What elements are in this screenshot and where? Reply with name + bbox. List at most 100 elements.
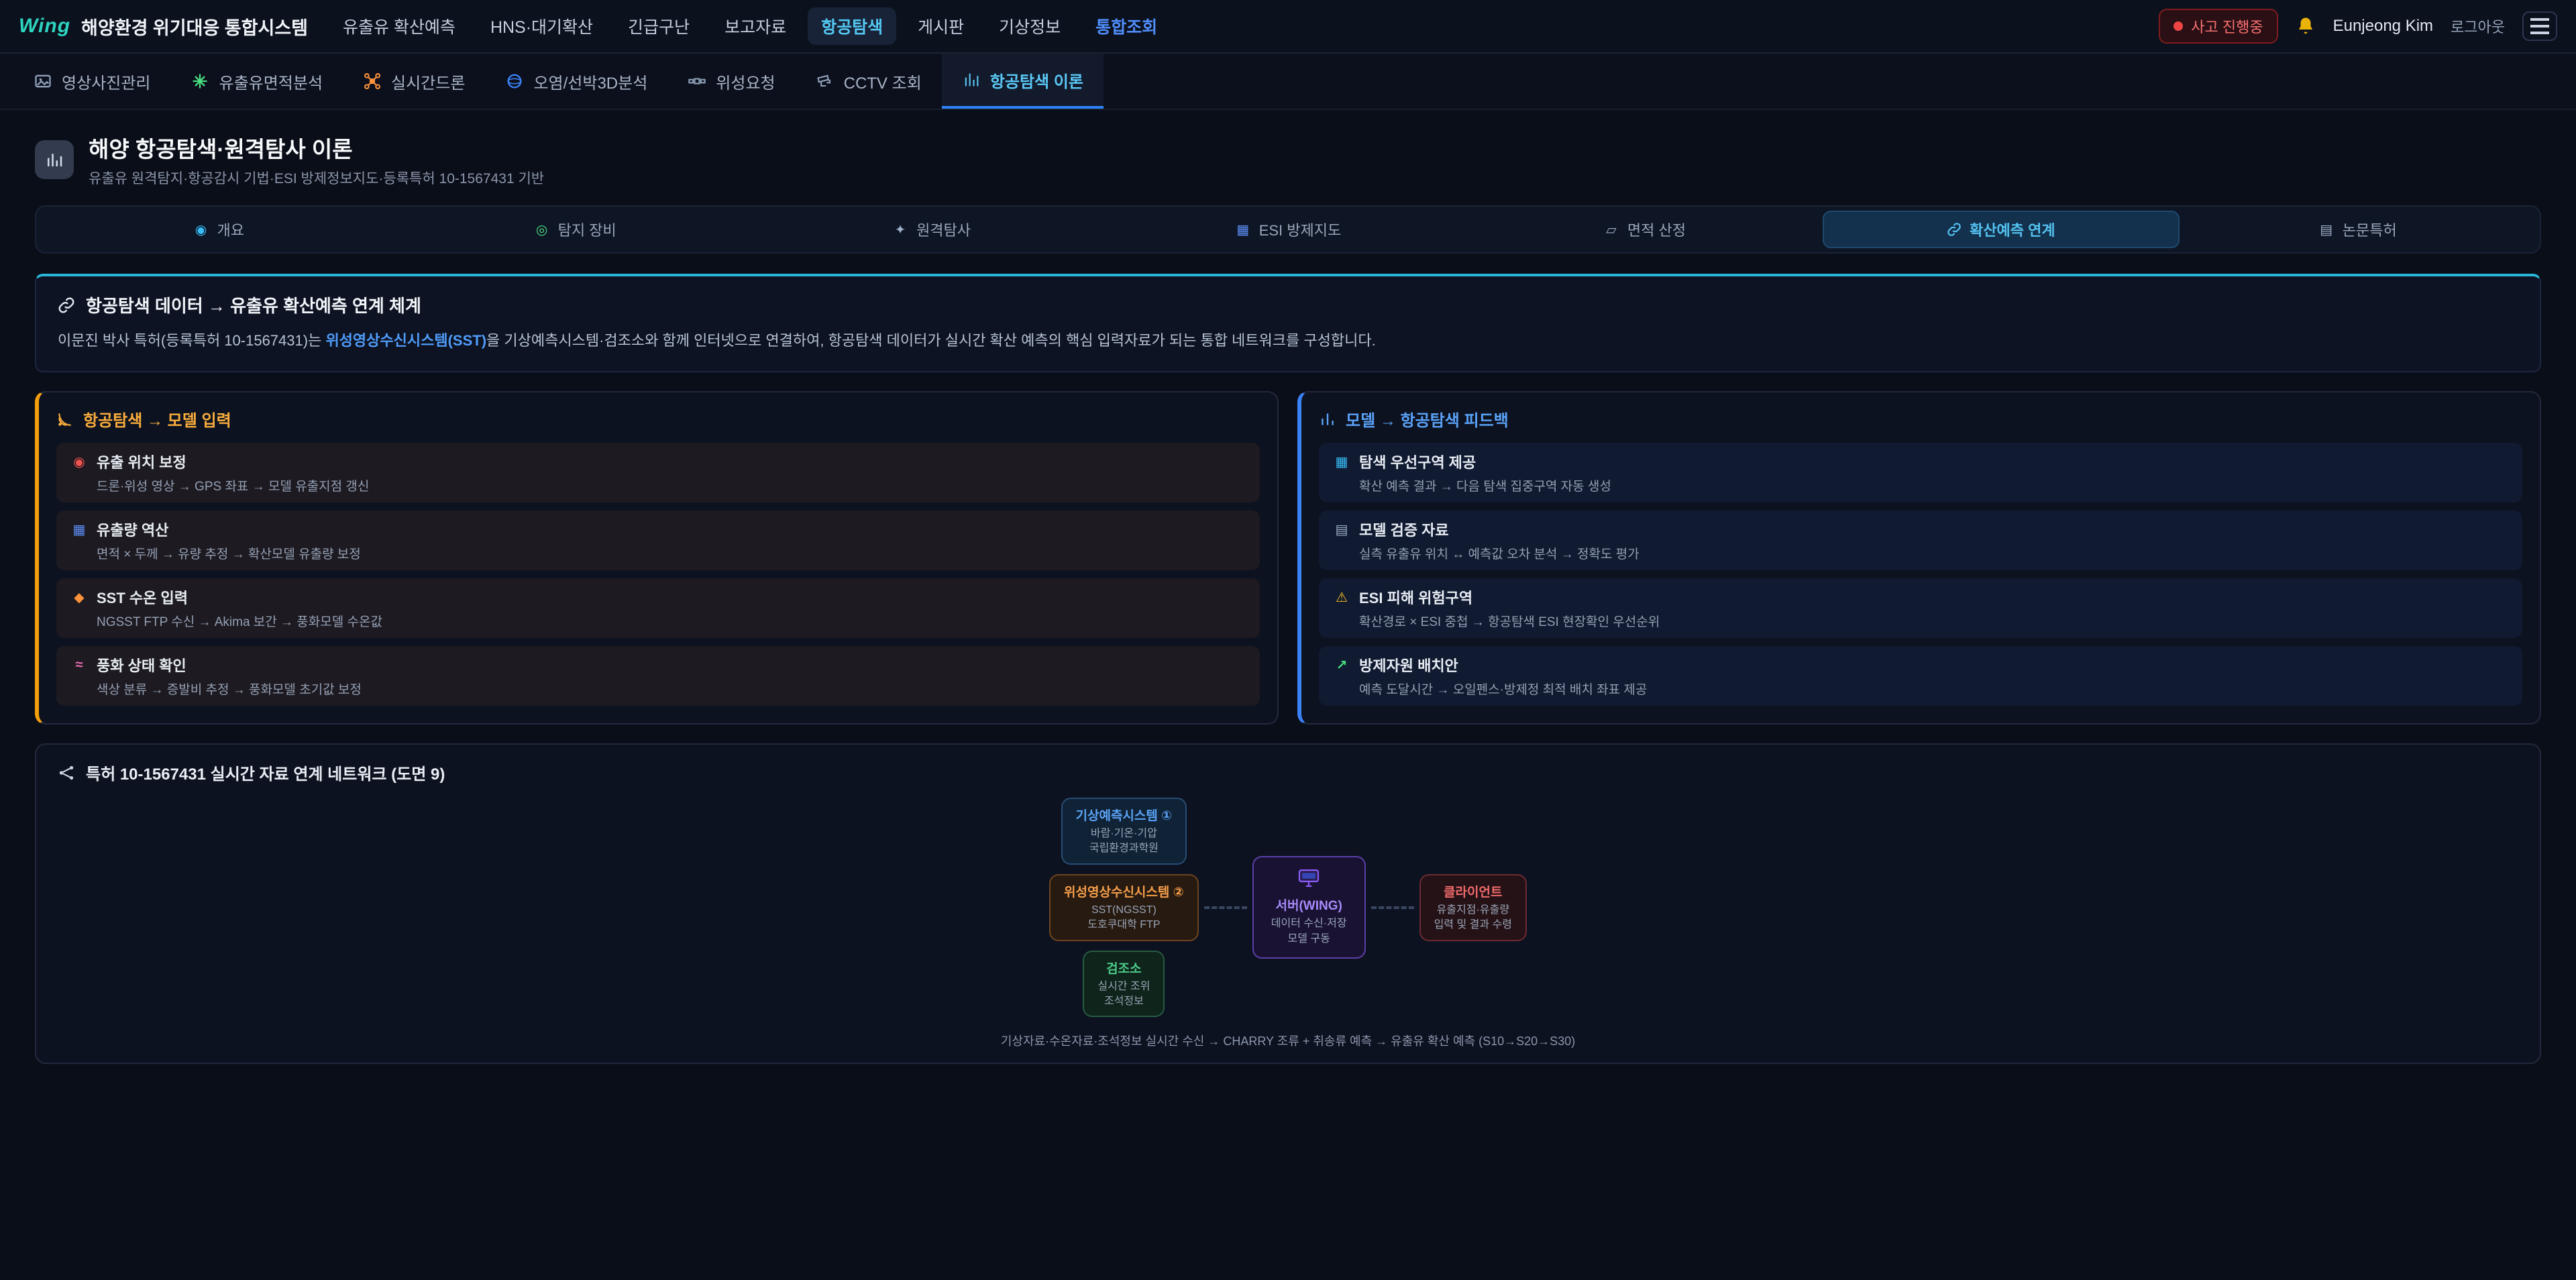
linkage-section: 항공탐색 데이터 → 유출유 확산예측 연계 체계 이문진 박사 특허(등록특허… xyxy=(35,274,2541,372)
menu-item-integrated-search[interactable]: 통합조회 xyxy=(1082,7,1171,45)
card-item-desc: 드론·위성 영상 → GPS 좌표 → 모델 유출지점 갱신 xyxy=(71,476,1245,494)
tab-papers-patents[interactable]: ▤논문특허 xyxy=(2180,211,2536,248)
page-title: 해양 항공탐색·원격탐사 이론 xyxy=(89,131,544,164)
tab-label: 면적 산정 xyxy=(1627,219,1686,240)
subnav-item-pollution-ship-3d[interactable]: 오염/선박3D분석 xyxy=(485,54,667,109)
card-item-desc: 확산 예측 결과 → 다음 탐색 집중구역 자동 생성 xyxy=(1334,476,2508,494)
card-item-title: ▤모델 검증 자료 xyxy=(1334,519,2508,540)
node-line: 유출지점·유출량 xyxy=(1434,903,1512,918)
card-item: ◆SST 수온 입력 NGSST FTP 수신 → Akima 보간 → 풍화모… xyxy=(56,578,1260,638)
tab-label: 확산예측 연계 xyxy=(1970,219,2055,240)
node-client: 클라이언트 유출지점·유출량 입력 및 결과 수령 xyxy=(1419,874,1527,941)
incident-status-badge[interactable]: 사고 진행중 xyxy=(2159,9,2277,44)
drone-icon xyxy=(363,72,382,91)
card-item: ▤모델 검증 자료 실측 유출유 위치 ↔ 예측값 오차 분석 → 정확도 평가 xyxy=(1319,511,2522,570)
node-title: 검조소 xyxy=(1097,959,1150,977)
menu-item-emergency-rescue[interactable]: 긴급구난 xyxy=(614,7,703,45)
subnav-label: 실시간드론 xyxy=(391,70,465,93)
tab-label: ESI 방제지도 xyxy=(1259,219,1342,240)
card-item: ▦탐색 우선구역 제공 확산 예측 결과 → 다음 탐색 집중구역 자동 생성 xyxy=(1319,443,2522,502)
brand[interactable]: Wing 해양환경 위기대응 통합시스템 xyxy=(19,13,308,40)
subnav-label: 항공탐색 이론 xyxy=(990,68,1083,92)
subnav-label: 영상사진관리 xyxy=(62,70,150,93)
menu-item-aerial-search[interactable]: 항공탐색 xyxy=(808,7,896,45)
card-item-title: ▦유출량 역산 xyxy=(71,519,1245,540)
tab-esi-map[interactable]: ▦ ESI 방제지도 xyxy=(1110,211,1466,248)
node-title: 기상예측시스템 ① xyxy=(1076,806,1173,824)
node-title: 클라이언트 xyxy=(1434,882,1512,900)
linkage-desc-post: 을 기상예측시스템·검조소와 함께 인터넷으로 연결하여, 항공탐색 데이터가 … xyxy=(486,332,1376,349)
tab-prediction-linkage[interactable]: 확산예측 연계 xyxy=(1823,211,2179,248)
main-menu: 유출유 확산예측 HNS·대기확산 긴급구난 보고자료 항공탐색 게시판 기상정… xyxy=(329,7,1171,45)
link-icon xyxy=(1947,222,1962,237)
network-diagram: 기상예측시스템 ① 바람·기온·기압 국립환경과학원 위성영상수신시스템 ② S… xyxy=(58,798,2518,1017)
clipboard-icon: ▤ xyxy=(1334,521,1350,538)
tab-remote-sensing[interactable]: ✦원격탐사 xyxy=(753,211,1110,248)
tab-area-calculation[interactable]: ▱면적 산정 xyxy=(1466,211,1823,248)
satellite-icon xyxy=(688,72,706,91)
card-item-desc: 색상 분류 → 증발비 추정 → 풍화모델 초기값 보정 xyxy=(71,680,1245,698)
tab-label: 원격탐사 xyxy=(916,219,971,240)
subnav-item-oil-area-analysis[interactable]: 유출유면적분석 xyxy=(170,54,343,109)
logout-button[interactable]: 로그아웃 xyxy=(2451,15,2505,37)
node-server-wing: 서버(WING) 데이터 수신·저장 모델 구동 xyxy=(1252,856,1366,959)
card-item-title-text: ESI 피해 위험구역 xyxy=(1359,586,1472,608)
tab-label: 개요 xyxy=(217,219,244,240)
user-name[interactable]: Eunjeong Kim xyxy=(2333,17,2433,36)
node-satellite-receiver: 위성영상수신시스템 ② SST(NGSST) 도호쿠대학 FTP xyxy=(1049,874,1199,941)
esi-map-icon: ▦ xyxy=(1235,221,1251,238)
page-header: 해양 항공탐색·원격탐사 이론 유출유 원격탐지·항공감시 기법·ESI 방제정… xyxy=(35,131,2541,188)
linkage-section-title: 항공탐색 데이터 → 유출유 확산예측 연계 체계 xyxy=(58,292,2518,317)
subnav-item-aerial-theory[interactable]: 항공탐색 이론 xyxy=(942,54,1104,109)
subnav-item-satellite-request[interactable]: 위성요청 xyxy=(667,54,795,109)
wing-logo-icon: Wing xyxy=(19,15,70,38)
link-icon xyxy=(58,297,75,314)
subnav-label: 오염/선박3D분석 xyxy=(533,70,647,93)
card-item-desc: 예측 도달시간 → 오일펜스·방제정 최적 배치 좌표 제공 xyxy=(1334,680,2508,698)
page-subtitle: 유출유 원격탐지·항공감시 기법·ESI 방제정보지도·등록특허 10-1567… xyxy=(89,168,544,188)
subnav-label: 위성요청 xyxy=(716,70,775,93)
linkage-desc-pre: 이문진 박사 특허(등록특허 10-1567431)는 xyxy=(58,332,325,349)
overview-icon: ◉ xyxy=(193,221,209,238)
tab-label: 탐지 장비 xyxy=(558,219,616,240)
subnav-label: CCTV 조회 xyxy=(844,70,922,93)
tab-detection-equipment[interactable]: ◎ 탐지 장비 xyxy=(396,211,753,248)
model-input-card: 항공탐색 → 모델 입력 ◉유출 위치 보정 드론·위성 영상 → GPS 좌표… xyxy=(35,391,1279,725)
detection-equipment-icon: ◎ xyxy=(534,221,550,238)
subnav-item-cctv-view[interactable]: CCTV 조회 xyxy=(796,54,942,109)
menu-item-weather-info[interactable]: 기상정보 xyxy=(985,7,1074,45)
card-item-title: ≈풍화 상태 확인 xyxy=(71,654,1245,676)
hamburger-menu-icon[interactable] xyxy=(2522,11,2557,41)
card-item-title: ⚠ ESI 피해 위험구역 xyxy=(1334,586,2508,608)
card-title-text: 모델 → 항공탐색 피드백 xyxy=(1346,407,1509,431)
menu-item-hns-atmosphere[interactable]: HNS·대기확산 xyxy=(477,7,606,45)
node-line: 조석정보 xyxy=(1097,994,1150,1009)
app-window: Wing 해양환경 위기대응 통합시스템 유출유 확산예측 HNS·대기확산 긴… xyxy=(0,0,2576,1280)
broadcast-icon xyxy=(56,411,74,428)
node-tide-station: 검조소 실시간 조위 조석정보 xyxy=(1083,951,1165,1018)
node-line: 실시간 조위 xyxy=(1097,979,1150,994)
network-caption: 기상자료·수온자료·조석정보 실시간 수신 → CHARRY 조류 + 취송류 … xyxy=(58,1032,2518,1049)
network-title: 특허 10-1567431 실시간 자료 연계 네트워크 (도면 9) xyxy=(58,761,2518,784)
menu-item-oil-diffusion[interactable]: 유출유 확산예측 xyxy=(329,7,469,45)
papers-icon: ▤ xyxy=(2318,221,2334,238)
tab-overview[interactable]: ◉ 개요 xyxy=(40,211,396,248)
warning-icon: ⚠ xyxy=(1334,589,1350,606)
dashed-connector xyxy=(1371,906,1414,909)
topnav-right: 사고 진행중 Eunjeong Kim 로그아웃 xyxy=(2159,9,2557,44)
menu-item-board[interactable]: 게시판 xyxy=(904,7,977,45)
subnav-item-realtime-drone[interactable]: 실시간드론 xyxy=(343,54,485,109)
card-item-title-text: 유출 위치 보정 xyxy=(97,451,186,472)
linkage-desc-highlight[interactable]: 위성영상수신시스템(SST) xyxy=(325,332,486,349)
dashed-connector xyxy=(1204,906,1247,909)
app-title: 해양환경 위기대응 통합시스템 xyxy=(81,13,308,40)
menu-item-reports[interactable]: 보고자료 xyxy=(711,7,800,45)
card-item-title: ▦탐색 우선구역 제공 xyxy=(1334,451,2508,472)
cctv-icon xyxy=(816,72,835,91)
card-title-text: 항공탐색 → 모델 입력 xyxy=(83,407,231,431)
subnav-item-photo-management[interactable]: 영상사진관리 xyxy=(13,54,170,109)
linkage-title-text: 항공탐색 데이터 → 유출유 확산예측 연계 체계 xyxy=(86,292,421,317)
notification-bell-icon[interactable] xyxy=(2296,16,2316,36)
model-feedback-card: 모델 → 항공탐색 피드백 ▦탐색 우선구역 제공 확산 예측 결과 → 다음 … xyxy=(1297,391,2541,725)
node-title: 위성영상수신시스템 ② xyxy=(1064,882,1184,900)
